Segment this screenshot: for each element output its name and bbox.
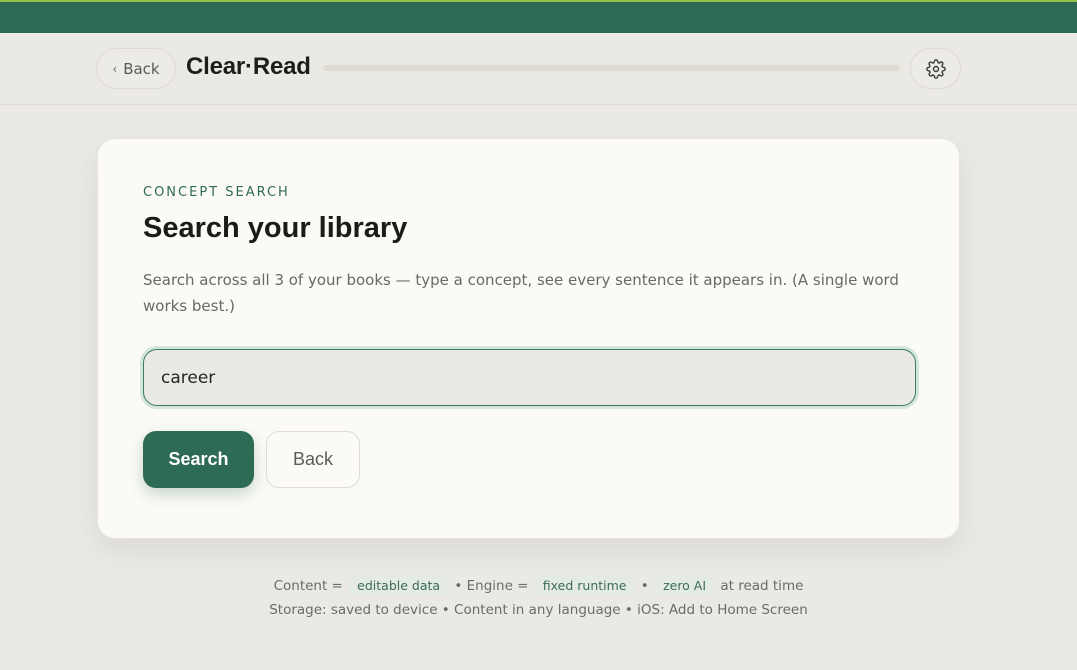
header-back-label: Back (123, 59, 160, 78)
footer-line-2: Storage: saved to device • Content in an… (269, 602, 808, 618)
search-description: Search across all 3 of your books — type… (143, 271, 899, 315)
settings-button[interactable] (910, 48, 961, 89)
chip-zero-ai: zero AI (655, 576, 715, 596)
gear-icon (925, 58, 946, 79)
back-button[interactable]: Back (266, 431, 360, 488)
app-header: ‹ Back Clear·Read (0, 33, 1077, 105)
reading-progress-bar (323, 65, 900, 71)
chip-editable-data: editable data (349, 576, 449, 596)
search-input[interactable] (143, 349, 916, 406)
chip-fixed-runtime: fixed runtime (534, 576, 635, 596)
section-eyebrow: CONCEPT SEARCH (143, 185, 290, 200)
page-title: Search your library (143, 212, 408, 244)
brand-title: Clear·Read (186, 53, 311, 80)
footer-content-label: Content = (273, 578, 343, 594)
top-bar (0, 0, 1077, 33)
search-card: CONCEPT SEARCH Search your library Searc… (97, 138, 960, 539)
footer-engine-label: • Engine = (454, 578, 529, 594)
chevron-left-icon: ‹ (112, 61, 118, 76)
footer-line-1: Content = editable data • Engine = fixed… (0, 574, 1077, 598)
footer-tail: at read time (720, 578, 804, 594)
footer: Content = editable data • Engine = fixed… (0, 574, 1077, 622)
search-button[interactable]: Search (143, 431, 254, 488)
header-back-button[interactable]: ‹ Back (96, 48, 176, 89)
footer-bullet: • (640, 578, 649, 594)
